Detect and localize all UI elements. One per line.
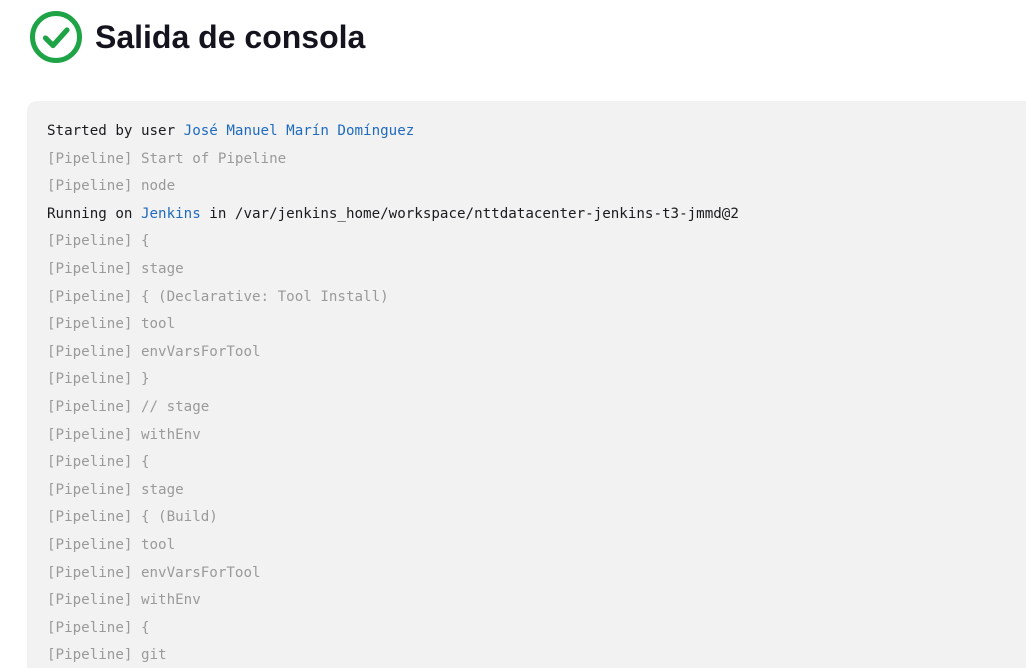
log-line: [Pipeline] { (Declarative: Tool Install) xyxy=(47,288,389,305)
success-check-icon xyxy=(30,11,82,63)
log-line: [Pipeline] // stage xyxy=(47,398,210,415)
log-line: [Pipeline] node xyxy=(47,178,176,195)
log-line: [Pipeline] envVarsForTool xyxy=(47,343,261,360)
log-line: [Pipeline] withEnv xyxy=(47,426,201,443)
log-line: [Pipeline] stage xyxy=(47,481,184,498)
log-line: [Pipeline] { (Build) xyxy=(47,509,218,526)
workspace-path: in /var/jenkins_home/workspace/nttdatace… xyxy=(200,205,739,222)
console-output[interactable]: Started by user José Manuel Marín Domíng… xyxy=(27,101,1026,668)
log-line: [Pipeline] } xyxy=(47,371,150,388)
log-line: [Pipeline] tool xyxy=(47,536,176,553)
log-line: [Pipeline] { xyxy=(47,619,150,636)
log-line: [Pipeline] { xyxy=(47,233,150,250)
page-title: Salida de consola xyxy=(95,18,366,55)
running-on-prefix: Running on xyxy=(47,205,141,222)
log-line: [Pipeline] { xyxy=(47,454,150,471)
console-output-page: Salida de consola Started by user José M… xyxy=(0,0,1026,668)
log-line-started-by: Started by user José Manuel Marín Domíng… xyxy=(47,118,1026,146)
log-line: [Pipeline] tool xyxy=(47,316,176,333)
user-link[interactable]: José Manuel Marín Domínguez xyxy=(184,123,415,139)
page-header: Salida de consola xyxy=(29,10,365,64)
log-line: [Pipeline] envVarsForTool xyxy=(47,564,261,581)
started-by-prefix: Started by user xyxy=(47,123,184,139)
node-link[interactable]: Jenkins xyxy=(141,206,201,222)
log-line: [Pipeline] stage xyxy=(47,260,184,277)
log-line: [Pipeline] git xyxy=(47,647,167,664)
log-line-running-on: Running on Jenkins in /var/jenkins_home/… xyxy=(47,201,1026,229)
log-line: [Pipeline] Start of Pipeline xyxy=(47,150,287,167)
log-line: [Pipeline] withEnv xyxy=(47,592,201,609)
